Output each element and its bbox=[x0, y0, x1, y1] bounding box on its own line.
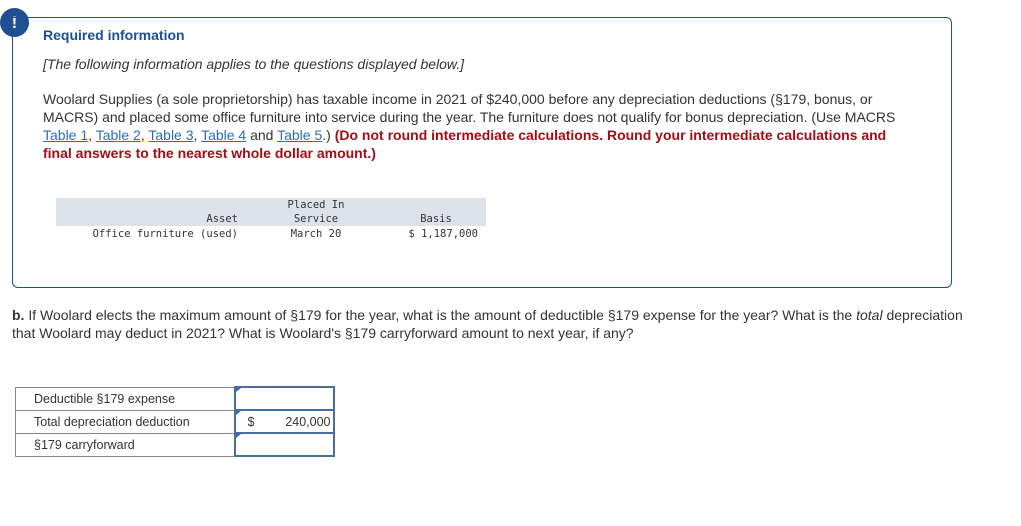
answer-row-total-depreciation: Total depreciation deduction $240,000 bbox=[15, 409, 335, 434]
question-label: b. bbox=[12, 307, 25, 323]
table-row: Office furniture (used) March 20 $ 1,187… bbox=[56, 226, 486, 242]
asset-table-header: Asset Placed In Service Basis bbox=[56, 198, 486, 226]
answer-label: Deductible §179 expense bbox=[15, 386, 235, 411]
question-b: b. If Woolard elects the maximum amount … bbox=[12, 306, 972, 342]
separator: , bbox=[88, 127, 96, 143]
answer-label: Total depreciation deduction bbox=[15, 409, 235, 434]
cell-basis: $ 1,187,000 bbox=[408, 228, 478, 240]
answer-table: Deductible §179 expense Total depreciati… bbox=[15, 386, 335, 457]
link-table-2[interactable]: Table 2 bbox=[96, 127, 141, 143]
link-table-4[interactable]: Table 4 bbox=[201, 127, 246, 143]
problem-statement: Woolard Supplies (a sole proprietorship)… bbox=[43, 90, 913, 162]
carryforward-input[interactable] bbox=[233, 432, 335, 457]
question-italic: total bbox=[856, 307, 883, 323]
input-value: 240,000 bbox=[285, 414, 331, 429]
problem-text: Woolard Supplies (a sole proprietorship)… bbox=[43, 91, 896, 125]
header-asset: Asset bbox=[56, 198, 246, 226]
link-table-3[interactable]: Table 3 bbox=[148, 127, 193, 143]
answer-label: §179 carryforward bbox=[15, 432, 235, 457]
currency-symbol: $ bbox=[247, 414, 255, 429]
link-table-5[interactable]: Table 5 bbox=[277, 127, 322, 143]
answer-row-deductible-179: Deductible §179 expense bbox=[15, 386, 335, 411]
header-placed-line1: Placed In bbox=[287, 199, 345, 211]
required-info-intro: [The following information applies to th… bbox=[43, 56, 465, 72]
separator: .) bbox=[322, 127, 335, 143]
cell-placed: March 20 bbox=[290, 228, 342, 240]
header-placed-line2: Service bbox=[293, 213, 339, 225]
question-text: If Woolard elects the maximum amount of … bbox=[24, 307, 857, 323]
header-placed-in-service: Placed In Service bbox=[246, 198, 386, 226]
total-depreciation-input[interactable]: $240,000 bbox=[233, 409, 335, 434]
cell-asset: Office furniture (used) bbox=[92, 228, 238, 240]
separator: and bbox=[246, 127, 278, 143]
separator: , bbox=[193, 127, 202, 143]
deductible-179-input[interactable] bbox=[233, 386, 335, 411]
link-table-1[interactable]: Table 1 bbox=[43, 127, 88, 143]
asset-table: Asset Placed In Service Basis Office furn… bbox=[56, 198, 486, 242]
required-info-title: Required information bbox=[43, 27, 185, 43]
header-basis: Basis bbox=[386, 198, 486, 226]
answer-row-carryforward: §179 carryforward bbox=[15, 432, 335, 457]
